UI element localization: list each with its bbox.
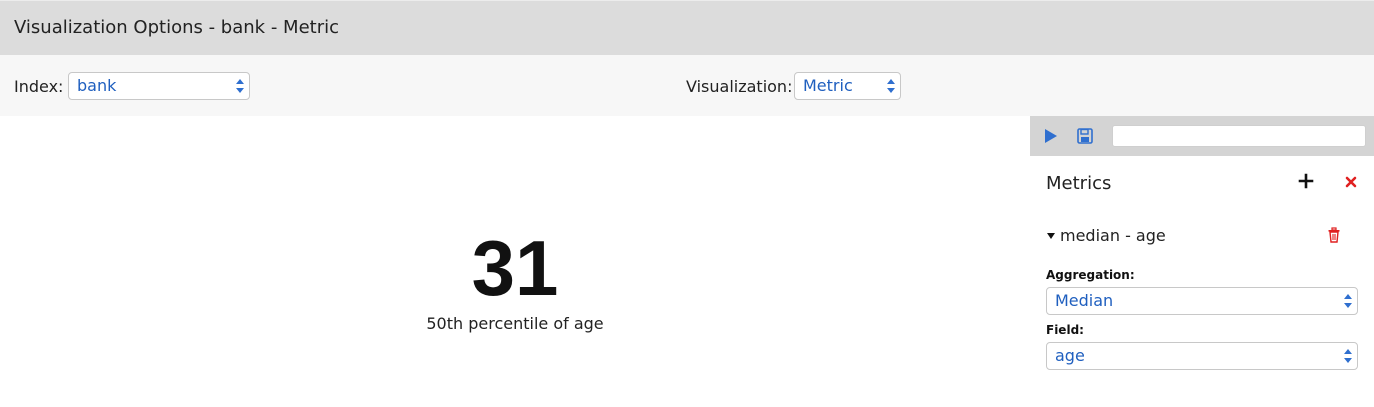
search-input[interactable] xyxy=(1112,125,1366,147)
select-arrows-icon xyxy=(1344,294,1352,308)
metrics-header: Metrics xyxy=(1046,173,1112,194)
trash-icon[interactable] xyxy=(1327,227,1341,243)
aggregation-label: Aggregation: xyxy=(1046,268,1135,282)
index-select[interactable]: bank xyxy=(68,72,250,100)
title-bar: Visualization Options - bank - Metric xyxy=(0,0,1374,55)
visualization-select-value: Metric xyxy=(803,76,853,95)
select-arrows-icon xyxy=(236,79,244,93)
visualization-label: Visualization: xyxy=(686,77,793,96)
visualization-canvas: 31 50th percentile of age xyxy=(0,116,1030,407)
field-label: Field: xyxy=(1046,323,1084,337)
select-arrows-icon xyxy=(1344,349,1352,363)
aggregation-select[interactable]: Median xyxy=(1046,287,1358,315)
close-icon[interactable] xyxy=(1344,175,1358,189)
metric-item-label[interactable]: median - age xyxy=(1060,226,1166,246)
index-select-value: bank xyxy=(77,76,117,95)
field-select-value: age xyxy=(1055,346,1085,365)
metric-value: 31 xyxy=(471,224,559,312)
index-label: Index: xyxy=(14,77,64,96)
editor-side-panel: Metrics median - age Aggregation: Median… xyxy=(1030,116,1374,407)
floppy-disk-icon[interactable] xyxy=(1075,126,1095,146)
caret-down-icon[interactable] xyxy=(1046,232,1056,240)
options-toolbar: Index: bank Visualization: Metric xyxy=(0,55,1374,116)
visualization-select[interactable]: Metric xyxy=(794,72,901,100)
play-icon[interactable] xyxy=(1040,126,1060,146)
plus-icon[interactable] xyxy=(1298,173,1314,189)
window-title: Visualization Options - bank - Metric xyxy=(14,17,339,38)
side-toolbar xyxy=(1030,116,1374,156)
select-arrows-icon xyxy=(887,79,895,93)
metric-label: 50th percentile of age xyxy=(426,314,604,333)
aggregation-select-value: Median xyxy=(1055,291,1114,310)
field-select[interactable]: age xyxy=(1046,342,1358,370)
